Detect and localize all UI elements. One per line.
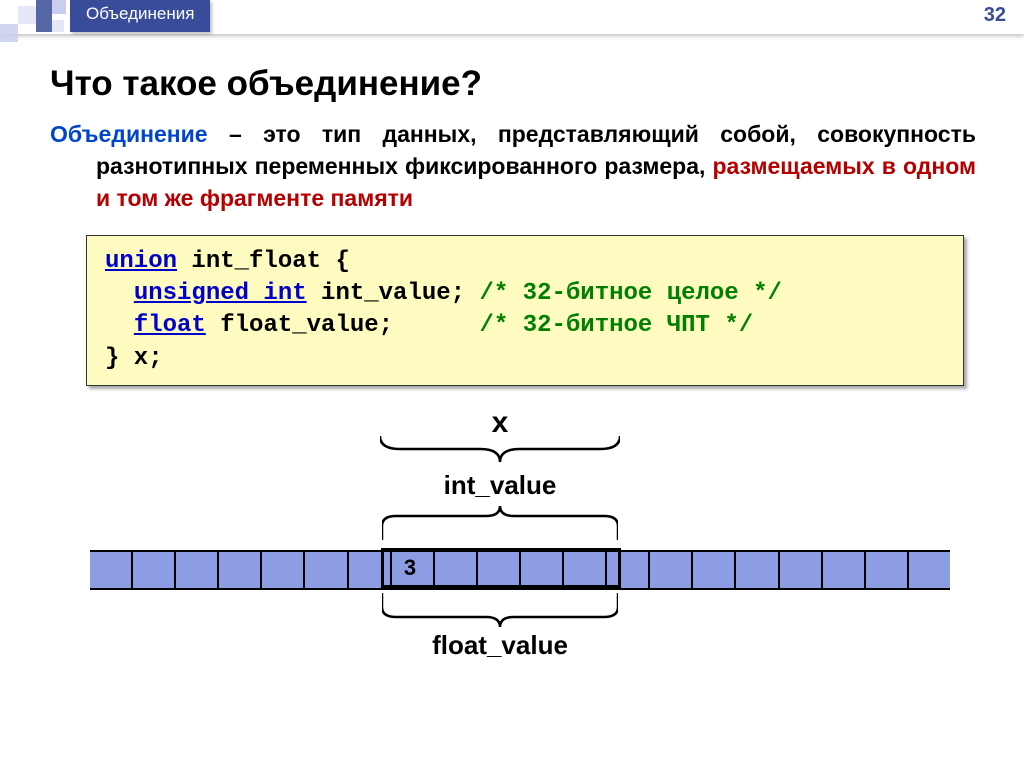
memory-cell xyxy=(909,552,950,588)
memory-cell xyxy=(650,552,693,588)
memory-cell xyxy=(866,552,909,588)
code-kw-unsigned-int: unsigned int xyxy=(134,280,307,307)
code-line3: float_value; xyxy=(206,312,480,339)
code-line1: int_float { xyxy=(177,248,350,275)
memory-cell xyxy=(693,552,736,588)
breadcrumb: Объединения xyxy=(70,0,210,32)
memory-cell xyxy=(133,552,176,588)
slide-content: Что такое объединение? Объединение – это… xyxy=(0,34,1024,678)
memory-cell xyxy=(823,552,866,588)
memory-cell xyxy=(176,552,219,588)
memory-cell xyxy=(305,552,348,588)
decor-squares xyxy=(0,0,72,34)
code-kw-float: float xyxy=(134,312,206,339)
memory-cell xyxy=(90,552,133,588)
brace-float-value xyxy=(382,593,618,627)
brace-int-value xyxy=(382,506,618,540)
memory-cell-value: 3 xyxy=(388,552,432,584)
code-kw-union: union xyxy=(105,248,177,275)
definition-term: Объединение xyxy=(50,121,208,147)
definition-paragraph: Объединение – это тип данных, представля… xyxy=(50,118,976,215)
memory-cell xyxy=(262,552,305,588)
code-line2: int_value; xyxy=(307,280,480,307)
label-float-value: float_value xyxy=(360,630,640,661)
code-comment-1: /* 32-битное целое */ xyxy=(479,280,781,307)
slide-header: Объединения 32 xyxy=(0,0,1024,34)
memory-cell xyxy=(736,552,779,588)
code-block: union int_float { unsigned int int_value… xyxy=(86,235,964,387)
memory-cell xyxy=(219,552,262,588)
code-line4: } x; xyxy=(105,345,163,372)
code-comment-2: /* 32-битное ЧПТ */ xyxy=(479,312,753,339)
label-x: x xyxy=(350,406,650,440)
memory-cell xyxy=(780,552,823,588)
page-number: 32 xyxy=(984,4,1006,27)
brace-x xyxy=(380,436,620,462)
label-int-value: int_value xyxy=(380,470,620,501)
slide-title: Что такое объединение? xyxy=(50,64,984,104)
memory-diagram: x int_value xyxy=(50,398,990,678)
